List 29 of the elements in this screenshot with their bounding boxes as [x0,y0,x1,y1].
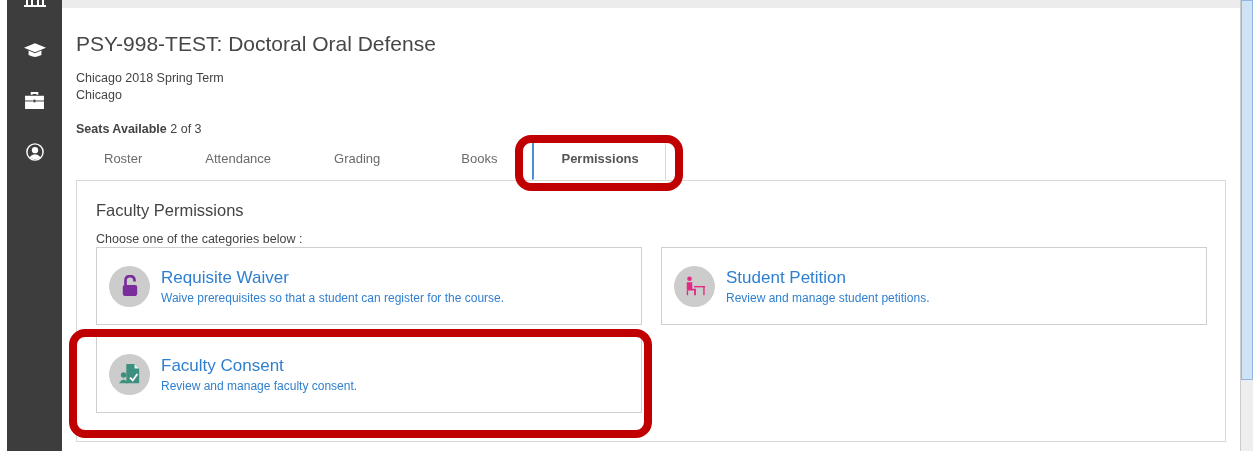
card-title: Requisite Waiver [161,267,290,288]
document-check-icon [118,363,141,385]
course-title: PSY-998-TEST: Doctoral Oral Defense [76,32,437,56]
graduation-cap-icon[interactable] [23,43,46,58]
seats-label: Seats Available [76,122,167,136]
tab[interactable]: Books [433,141,525,180]
category-card[interactable]: Faculty Consent Review and manage faculty consent. [96,335,642,413]
card-description: Review and manage student petitions. [726,290,930,305]
user-circle-icon[interactable] [25,143,44,161]
tab[interactable]: Grading [306,141,408,180]
term-text: Chicago 2018 Spring Term [76,70,225,87]
card-description: Waive prerequisites so that a student can register for the course. [161,290,505,305]
instruction-text: Choose one of the categories below : [96,232,304,246]
panel-heading: Faculty Permissions [96,201,245,220]
briefcase-icon[interactable] [25,92,44,109]
tab[interactable]: Attendance [177,141,299,180]
scrollbar-thumb[interactable] [1241,0,1253,380]
card-title: Faculty Consent [161,355,285,376]
columns-icon[interactable] [23,0,46,7]
campus-text: Chicago [76,87,123,104]
padlock-icon [120,275,139,297]
seats-value: 2 of 3 [170,122,202,136]
card-title: Student Petition [726,267,848,288]
tab[interactable]: Permissions [532,141,666,180]
scrollbar[interactable] [1240,0,1253,451]
tab[interactable]: Roster [76,141,170,180]
category-card[interactable]: Student Petition Review and manage student petitions. [661,247,1207,325]
category-card[interactable]: Requisite Waiver Waive prerequisites so that a student can register for the course. [96,247,642,325]
card-description: Review and manage faculty consent. [161,378,358,393]
